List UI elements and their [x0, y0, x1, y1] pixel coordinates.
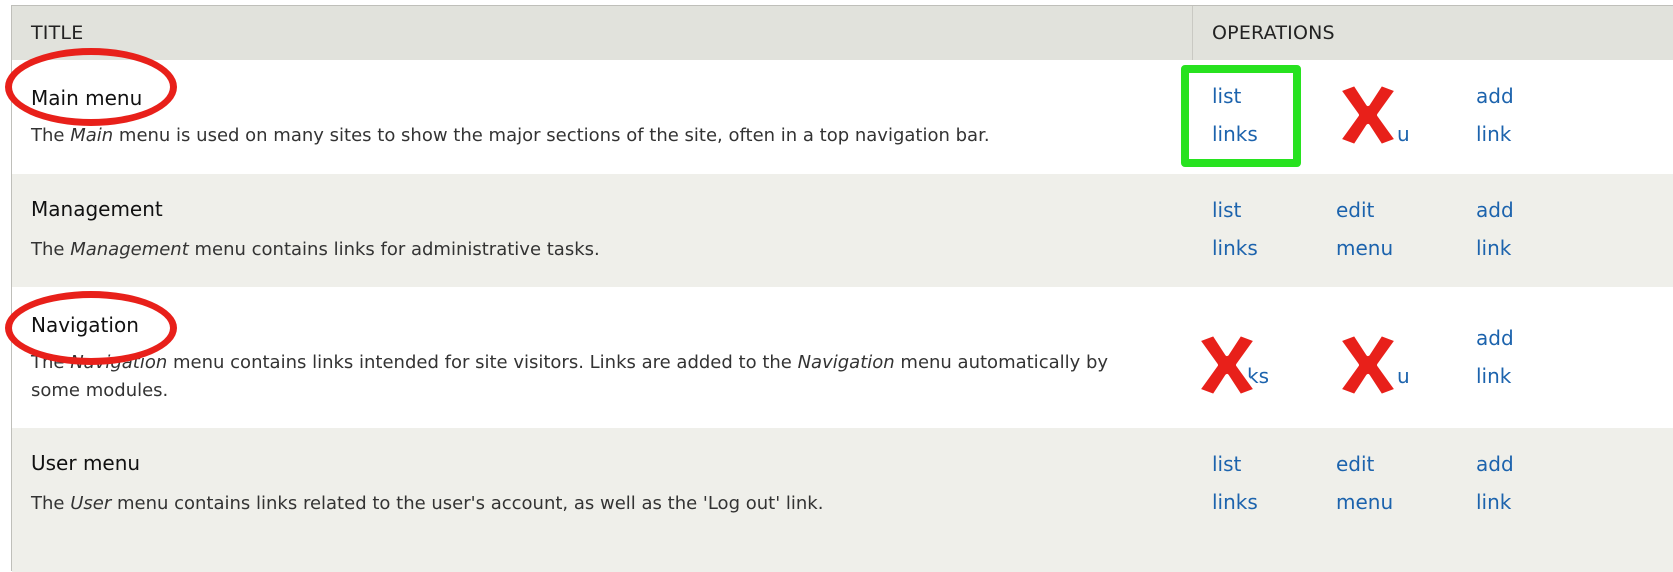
list-links-management-list[interactable]: list — [1212, 191, 1241, 229]
x-mark-icon — [1337, 332, 1399, 398]
menu-description-management: The Management menu contains links for a… — [31, 239, 600, 260]
add-link-navigation-add[interactable]: add — [1476, 319, 1514, 357]
list-links-management-links[interactable]: links — [1212, 229, 1258, 267]
edit-menu-user-edit[interactable]: edit — [1336, 445, 1374, 483]
table-row-user-menu: User menu The User menu contains links r… — [12, 428, 1673, 572]
highlight-box-main-list-links — [1181, 65, 1301, 167]
edit-menu-user-menu[interactable]: menu — [1336, 483, 1393, 521]
highlight-ellipse-main-menu — [5, 48, 177, 126]
menus-table: TITLE OPERATIONS Main menu The Main menu… — [11, 5, 1673, 572]
highlight-ellipse-navigation — [5, 291, 177, 365]
menu-description-main: The Main menu is used on many sites to s… — [31, 125, 990, 146]
add-link-user-link[interactable]: link — [1476, 483, 1511, 521]
edit-menu-management-edit[interactable]: edit — [1336, 191, 1374, 229]
x-mark-icon — [1337, 82, 1399, 148]
menu-description-user: The User menu contains links related to … — [31, 493, 824, 514]
add-link-main-add[interactable]: add — [1476, 77, 1514, 115]
menu-description-navigation: The Navigation menu contains links inten… — [31, 352, 1109, 401]
add-link-user-add[interactable]: add — [1476, 445, 1514, 483]
table-header: TITLE OPERATIONS — [12, 6, 1673, 61]
title-column-header: TITLE — [31, 22, 84, 44]
table-row-management: Management The Management menu contains … — [12, 174, 1673, 288]
add-link-management-add[interactable]: add — [1476, 191, 1514, 229]
x-mark-icon — [1196, 332, 1258, 398]
table-row-navigation: Navigation The Navigation menu contains … — [12, 287, 1673, 429]
list-links-user-links[interactable]: links — [1212, 483, 1258, 521]
menu-title-management: Management — [31, 197, 163, 221]
menu-title-user: User menu — [31, 451, 141, 475]
add-link-navigation-link[interactable]: link — [1476, 357, 1511, 395]
edit-menu-management-menu[interactable]: menu — [1336, 229, 1393, 267]
list-links-user-list[interactable]: list — [1212, 445, 1241, 483]
column-divider — [1192, 6, 1193, 60]
add-link-main-link[interactable]: link — [1476, 115, 1511, 153]
table-row-main-menu: Main menu The Main menu is used on many … — [12, 60, 1673, 175]
add-link-management-link[interactable]: link — [1476, 229, 1511, 267]
operations-column-header: OPERATIONS — [1212, 22, 1335, 44]
